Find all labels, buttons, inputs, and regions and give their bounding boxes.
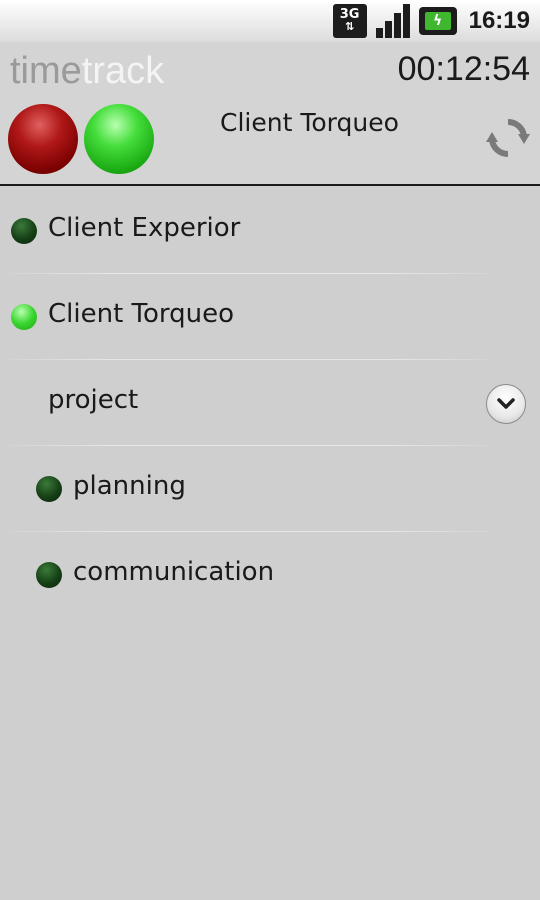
stop-button[interactable]	[8, 104, 78, 174]
list-item-label: Client Torqueo	[48, 299, 235, 329]
logo-track: track	[81, 50, 165, 92]
3g-icon: 3G ⇅	[332, 4, 367, 38]
signal-icon	[375, 4, 411, 38]
list-item-label: Client Experior	[48, 213, 241, 243]
app-header: timetrack 00:12:54 Client Torqueo	[0, 42, 540, 186]
start-button[interactable]	[84, 104, 154, 174]
clock: 16:19	[468, 7, 530, 34]
list-item-label: project	[48, 385, 139, 415]
logo-time: time	[10, 50, 82, 92]
list-item-planning[interactable]: planning	[0, 446, 540, 532]
list-item-client-torqueo[interactable]: Client Torqueo	[0, 274, 540, 360]
list-item-client-experior[interactable]: Client Experior	[0, 188, 540, 274]
status-dot-icon	[36, 476, 62, 502]
current-client-label: Client Torqueo	[220, 108, 399, 137]
list-item-project[interactable]: project	[0, 360, 540, 446]
status-bar: 3G ⇅ ϟ 16:19	[0, 0, 540, 42]
list-item-communication[interactable]: communication	[0, 532, 540, 618]
elapsed-timer: 00:12:54	[397, 50, 530, 88]
list-item-label: planning	[73, 471, 186, 501]
status-dot-active-icon	[11, 304, 37, 330]
app-logo: timetrack	[10, 50, 164, 93]
status-dot-icon	[11, 218, 37, 244]
status-dot-icon	[36, 562, 62, 588]
expand-button[interactable]	[486, 384, 526, 424]
list-item-label: communication	[73, 557, 275, 587]
chevron-down-icon	[497, 398, 515, 409]
refresh-icon[interactable]	[486, 116, 530, 160]
battery-charging-icon: ϟ	[418, 7, 457, 35]
client-project-list: Client Experior Client Torqueo project p…	[0, 188, 540, 618]
